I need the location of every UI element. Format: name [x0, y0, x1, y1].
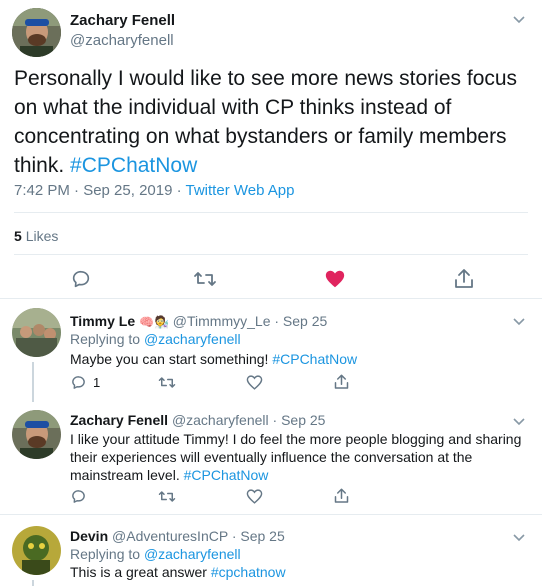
author-handle[interactable]: @AdventuresInCP [112, 528, 228, 544]
tweet-meta: 7:42 PM · Sep 25, 2019 · Twitter Web App [14, 182, 295, 199]
reply-date[interactable]: · Sep 25 [274, 313, 327, 329]
reply-header: Timmy Le 🧠🧑‍🔬 @Timmmyy_Le · Sep 25 [70, 313, 327, 329]
author-emoji: 🧠🧑‍🔬 [139, 315, 169, 329]
author-handle[interactable]: @zacharyfenell [172, 412, 269, 428]
like-icon[interactable] [246, 374, 263, 391]
hashtag-link[interactable]: #CPChatNow [184, 467, 269, 483]
chevron-down-icon[interactable] [512, 12, 526, 26]
replying-to: Replying to @zacharyfenell [70, 331, 241, 347]
chevron-down-icon[interactable] [512, 414, 526, 428]
avatar[interactable] [12, 8, 61, 57]
replying-to-label: Replying to [70, 546, 141, 562]
author-name[interactable]: Zachary Fenell [70, 12, 175, 29]
avatar[interactable] [12, 410, 61, 459]
reply-action[interactable]: 1 [70, 374, 100, 391]
share-icon[interactable] [333, 373, 350, 391]
liked-heart-icon[interactable] [324, 268, 346, 290]
tweet-timestamp[interactable]: 7:42 PM · Sep 25, 2019 [14, 182, 172, 199]
retweet-icon[interactable] [158, 374, 176, 391]
reply-icon[interactable] [70, 268, 92, 290]
replying-to: Replying to @zacharyfenell [70, 546, 241, 562]
author-name[interactable]: Timmy Le [70, 313, 135, 329]
reply-text: I like your attitude Timmy! I do feel th… [70, 431, 522, 483]
likes-stat[interactable]: 5 Likes [14, 228, 58, 244]
share-icon[interactable] [453, 267, 475, 291]
replying-to-link[interactable]: @zacharyfenell [144, 331, 241, 347]
avatar[interactable] [12, 526, 61, 575]
retweet-icon[interactable] [158, 488, 176, 505]
retweet-icon[interactable] [193, 268, 217, 290]
replying-to-label: Replying to [70, 331, 141, 347]
reply-text: This is a great answer [70, 564, 207, 580]
chevron-down-icon[interactable] [512, 530, 526, 544]
reply-header: Zachary Fenell @zacharyfenell · Sep 25 [70, 412, 325, 428]
reply-header: Devin @AdventuresInCP · Sep 25 [70, 528, 285, 544]
author-handle[interactable]: @zacharyfenell [70, 32, 174, 49]
author-handle[interactable]: @Timmmyy_Le [173, 313, 271, 329]
reply-body: I like your attitude Timmy! I do feel th… [70, 430, 530, 484]
likes-count: 5 [14, 228, 22, 244]
avatar[interactable] [12, 308, 61, 357]
reply-count: 1 [93, 375, 101, 390]
chevron-down-icon[interactable] [512, 314, 526, 328]
tweet-text: Personally I would like to see more news… [14, 64, 534, 180]
reply-icon [70, 374, 87, 391]
reply-body: This is a great answer #cpchatnow [70, 564, 286, 580]
reply-body: Maybe you can start something! #CPChatNo… [70, 349, 357, 369]
reply-date[interactable]: · Sep 25 [273, 412, 326, 428]
like-icon[interactable] [246, 488, 263, 505]
share-icon[interactable] [333, 487, 350, 505]
hashtag-link[interactable]: #cpchatnow [211, 564, 286, 580]
likes-label: Likes [25, 228, 59, 244]
tweet-source[interactable]: Twitter Web App [186, 182, 295, 199]
hashtag-link[interactable]: #CPChatNow [70, 154, 197, 177]
reply-text: Maybe you can start something! [70, 351, 269, 367]
replying-to-link[interactable]: @zacharyfenell [144, 546, 241, 562]
reply-icon[interactable] [70, 488, 87, 505]
hashtag-link[interactable]: #CPChatNow [272, 351, 357, 367]
author-name[interactable]: Zachary Fenell [70, 412, 168, 428]
reply-date[interactable]: · Sep 25 [232, 528, 285, 544]
author-name[interactable]: Devin [70, 528, 108, 544]
